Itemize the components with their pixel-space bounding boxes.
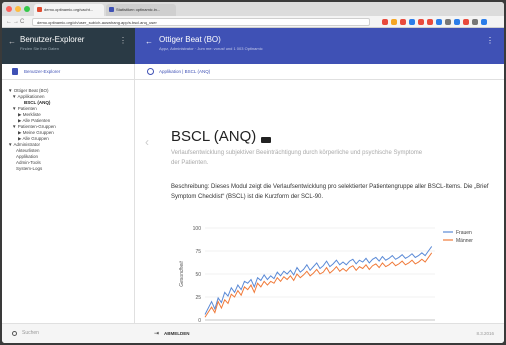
reload-icon[interactable]: C: [20, 18, 24, 26]
main-menu-icon[interactable]: ⋮: [486, 36, 494, 45]
application-icon: [147, 68, 154, 75]
sidebar-breadcrumb-label: Benutzer-Explorer: [24, 69, 61, 74]
back-arrow-icon[interactable]: ←: [8, 37, 16, 46]
y-axis-label: Gesundheit: [179, 261, 185, 287]
back-icon[interactable]: ←: [6, 18, 12, 26]
tree-node-administrator[interactable]: ▼ Administrator: [8, 142, 40, 147]
browser-extension-icon[interactable]: [427, 19, 433, 25]
tab-label: demo.optinamic.org/vacht...: [44, 7, 94, 12]
logout-button[interactable]: ABMELDEN: [164, 331, 190, 336]
sidebar-menu-icon[interactable]: ⋮: [119, 36, 127, 45]
tree-node-applikationen[interactable]: ▼ Applikationen: [12, 94, 44, 99]
tree-node-applikation[interactable]: Applikation: [16, 154, 38, 159]
window-controls: [6, 6, 30, 12]
search-input[interactable]: Suchen: [22, 330, 39, 336]
search-icon: [12, 331, 17, 336]
module-description: Beschreibung: Dieses Modul zeigt die Ver…: [171, 184, 489, 200]
tree-node-bscl[interactable]: BSCL (ANQ): [24, 100, 50, 105]
browser-tab-active[interactable]: demo.optinamic.org/vacht...: [34, 4, 104, 16]
favicon-icon: [109, 7, 114, 12]
close-window-button[interactable]: [6, 6, 12, 12]
main-title: Ottiger Beat (BO): [159, 35, 221, 44]
browser-extension-icon[interactable]: [454, 19, 460, 25]
browser-extension-icon[interactable]: [409, 19, 415, 25]
sidebar-subtitle: Finden Sie Ihre Daten: [20, 46, 59, 51]
browser-extension-icon[interactable]: [481, 19, 487, 25]
url-input[interactable]: demo.optinamic.org/ch/user_sub/ch-auswha…: [32, 18, 370, 26]
series-line-männer: [204, 252, 433, 318]
chevron-left-icon[interactable]: ‹: [145, 135, 149, 149]
browser-extension-icon[interactable]: [472, 19, 478, 25]
sidebar-title: Benutzer-Explorer: [20, 35, 85, 44]
maximize-window-button[interactable]: [24, 6, 30, 12]
browser-extension-icon[interactable]: [463, 19, 469, 25]
explorer-tree: ▼ Ottiger Beat (BO) ▼ Applikationen BSCL…: [2, 80, 135, 323]
browser-extension-icon[interactable]: [400, 19, 406, 25]
page-title: BSCL (ANQ): [171, 128, 257, 145]
favicon-icon: [37, 7, 42, 12]
tree-node-meine-gruppen[interactable]: ▶ Meine Gruppen: [18, 130, 54, 135]
footer-date: 8.3.2016: [476, 331, 494, 336]
tree-node-akteurlisten[interactable]: Akteurlisten: [16, 148, 40, 153]
main-content: ‹ BSCL (ANQ) Verlaufsentwicklung subjekt…: [135, 80, 504, 323]
y-tick-label: 25: [195, 295, 201, 301]
series-line-frauen: [204, 246, 433, 315]
browser-extension-icon[interactable]: [391, 19, 397, 25]
y-tick-label: 100: [193, 226, 202, 232]
forward-icon[interactable]: →: [13, 18, 19, 26]
browser-tabbar: demo.optinamic.org/vacht... Statistiken …: [2, 2, 504, 16]
tree-node-patienten[interactable]: ▼ Patienten: [12, 106, 37, 111]
explorer-icon: [12, 68, 18, 75]
y-tick-label: 50: [195, 272, 201, 278]
legend-label: Männer: [456, 238, 473, 244]
back-arrow-icon[interactable]: ←: [145, 37, 153, 46]
browser-extension-icon[interactable]: [418, 19, 424, 25]
tab-label: Statistiken optinamic.in...: [116, 7, 161, 12]
tree-node-alle-gruppen[interactable]: ▶ Alle Gruppen: [18, 136, 49, 141]
main-subtitle: Appz, Administrator · Jum me: vorusf und…: [159, 46, 263, 51]
minimize-window-button[interactable]: [15, 6, 21, 12]
browser-extension-icon[interactable]: [382, 19, 388, 25]
app-root: ← Benutzer-Explorer Finden Sie Ihre Date…: [2, 28, 504, 343]
footer-bar: Suchen ⇥ ABMELDEN 8.3.2016: [2, 323, 504, 343]
tree-node-system-logs[interactable]: System-Logs: [16, 166, 42, 171]
url-text: demo.optinamic.org/ch/user_sub/ch-auswha…: [37, 20, 157, 25]
page-subtitle: Verlaufsentwicklung subjektiver Beeinträ…: [171, 150, 423, 166]
sidebar-header: ← Benutzer-Explorer Finden Sie Ihre Date…: [2, 28, 135, 64]
breadcrumb[interactable]: Applikation | BSCL (ANQ): [135, 64, 504, 80]
address-bar-row: ← → C demo.optinamic.org/ch/user_sub/ch-…: [2, 16, 504, 28]
logout-icon[interactable]: ⇥: [154, 330, 159, 337]
breadcrumb-label: Applikation | BSCL (ANQ): [159, 69, 211, 74]
info-badge[interactable]: [261, 137, 271, 143]
browser-extension-icon[interactable]: [436, 19, 442, 25]
y-tick-label: 75: [195, 249, 201, 255]
progress-line-chart: 0255075100015304560AlterGesundheitFrauen…: [179, 226, 473, 323]
browser-tab[interactable]: Statistiken optinamic.in...: [106, 4, 176, 16]
tree-node-user[interactable]: ▼ Ottiger Beat (BO): [8, 88, 48, 93]
tree-node-alle-patienten[interactable]: ▶ Alle Patienten: [18, 118, 50, 123]
tree-node-merkliste[interactable]: ▶ Merkliste: [18, 112, 41, 117]
main-header: ← Ottiger Beat (BO) Appz, Administrator …: [135, 28, 504, 64]
browser-extension-icon[interactable]: [445, 19, 451, 25]
sidebar-breadcrumb[interactable]: Benutzer-Explorer: [2, 64, 135, 80]
browser-window: demo.optinamic.org/vacht... Statistiken …: [2, 2, 504, 343]
tree-node-admin-tools[interactable]: Admin-Tools: [16, 160, 41, 165]
legend-label: Frauen: [456, 230, 472, 236]
tree-node-patienten-gruppen[interactable]: ▼ Patienten-Gruppen: [12, 124, 56, 129]
